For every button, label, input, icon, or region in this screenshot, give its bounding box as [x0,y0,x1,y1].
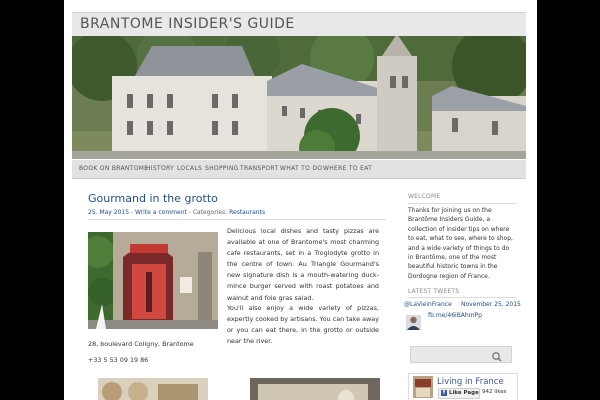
facebook-like-button[interactable]: f Like Page [438,388,480,399]
site-title-bar: BRANTOME INSIDER'S GUIDE [72,12,526,37]
site-title[interactable]: BRANTOME INSIDER'S GUIDE [80,16,295,32]
sidebar-heading-welcome: WELCOME [408,193,441,200]
divider [408,203,516,204]
divider [408,297,516,298]
facebook-f-icon: f [441,390,447,396]
post-paragraph-1: Delicious local dishes and tasty pizzas … [227,227,379,302]
nav-item-what-to-do[interactable]: WHAT TO DO [280,165,322,172]
page: BRANTOME INSIDER'S GUIDE BOOK ON BRANTOM… [64,0,537,400]
facebook-page-name[interactable]: Living in France [437,377,504,387]
tweet-date-link[interactable]: November 25, 2015 [461,301,521,308]
main-nav: BOOK ON BRANTOME HISTORY LOCALS SHOPPING… [72,160,526,179]
nav-item-transport[interactable]: TRANSPORT [240,165,278,172]
nav-item-shopping[interactable]: SHOPPING [205,165,239,172]
tweet-link[interactable]: fb.me/46iBAhmPp [428,312,482,319]
facebook-like-label: Like Page [449,390,479,396]
post-image[interactable] [88,232,218,329]
post-address: 28, boulevard Coligny, Brantome [88,340,194,348]
post-phone: +33 5 53 09 19 86 [88,356,149,364]
nav-item-locals[interactable]: LOCALS [177,165,202,172]
category-link[interactable]: Restaurants [229,209,265,216]
facebook-page-thumbnail[interactable] [413,376,433,398]
facebook-like-count: 942 likes [482,389,507,395]
avatar[interactable] [406,315,421,330]
divider [88,219,386,220]
post-paragraph-2: You'll also enjoy a wide variety of pizz… [227,304,379,346]
tweet-user-link[interactable]: @LaVieinFrance [404,301,452,308]
sidebar-heading-tweets: LATEST TWEETS [408,288,460,295]
post-title[interactable]: Gourmand in the grotto [88,192,218,205]
nav-item-book-on-brantome[interactable]: BOOK ON BRANTOME [79,165,148,172]
header-image [72,36,526,159]
welcome-text: Thanks for joining us on the Brantôme In… [408,207,513,280]
categories-prefix: - Categories: [186,209,230,216]
nav-item-history[interactable]: HISTORY [146,165,174,172]
nav-item-where-to-eat[interactable]: WHERE TO EAT [323,165,372,172]
post-date[interactable]: 25. May 2015 [88,209,129,216]
search-icon[interactable] [490,348,504,362]
post-meta: 25. May 2015 - Write a comment - Categor… [88,209,265,216]
post-thumbnail[interactable] [250,378,380,400]
post-thumbnail[interactable] [98,378,208,400]
write-comment-link[interactable]: Write a comment [135,209,187,216]
